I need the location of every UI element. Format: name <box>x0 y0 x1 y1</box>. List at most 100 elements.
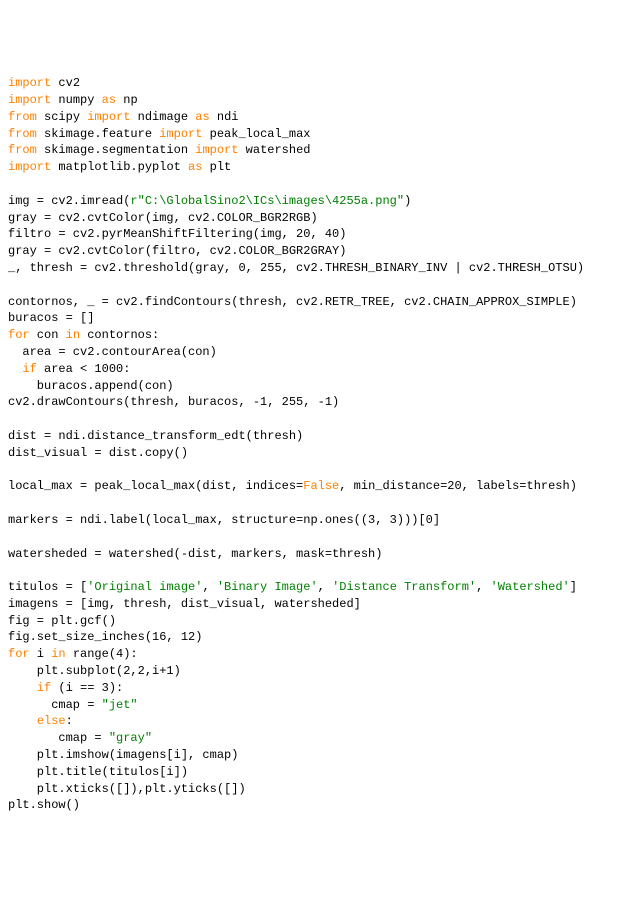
code-token: (i == 3): <box>51 681 123 695</box>
code-token: cmap = <box>8 731 109 745</box>
code-token: r"C:\GlobalSino2\ICs\images\4255a.png" <box>130 194 404 208</box>
code-line: import numpy as np <box>8 92 634 109</box>
code-token: ndi <box>210 110 239 124</box>
code-token: img = cv2.imread( <box>8 194 130 208</box>
code-token: cmap = <box>8 698 102 712</box>
code-token: skimage.feature <box>37 127 159 141</box>
code-line: cmap = "jet" <box>8 697 634 714</box>
code-line <box>8 411 634 428</box>
code-token: filtro = cv2.pyrMeanShiftFiltering(img, … <box>8 227 346 241</box>
code-token: "jet" <box>102 698 138 712</box>
code-token: in <box>51 647 65 661</box>
code-token: markers = ndi.label(local_max, structure… <box>8 513 440 527</box>
code-token: contornos: <box>80 328 159 342</box>
code-token: buracos.append(con) <box>8 379 174 393</box>
code-token: : <box>66 714 73 728</box>
code-line <box>8 495 634 512</box>
code-token: else <box>37 714 66 728</box>
code-line: cmap = "gray" <box>8 730 634 747</box>
code-token: matplotlib.pyplot <box>51 160 188 174</box>
code-token: contornos, _ = cv2.findContours(thresh, … <box>8 295 577 309</box>
code-line: filtro = cv2.pyrMeanShiftFiltering(img, … <box>8 226 634 243</box>
code-line: from skimage.segmentation import watersh… <box>8 142 634 159</box>
code-line: img = cv2.imread(r"C:\GlobalSino2\ICs\im… <box>8 193 634 210</box>
code-token: dist_visual = dist.copy() <box>8 446 188 460</box>
code-line: local_max = peak_local_max(dist, indices… <box>8 478 634 495</box>
code-token: area < 1000: <box>37 362 131 376</box>
code-line: gray = cv2.cvtColor(img, cv2.COLOR_BGR2R… <box>8 210 634 227</box>
code-token: , min_distance=20, labels=thresh) <box>339 479 577 493</box>
code-token: numpy <box>51 93 101 107</box>
code-token: local_max = peak_local_max(dist, indices… <box>8 479 303 493</box>
code-line: dist_visual = dist.copy() <box>8 445 634 462</box>
code-token: plt <box>202 160 231 174</box>
code-token: , <box>476 580 490 594</box>
code-token: ) <box>404 194 411 208</box>
code-token: con <box>30 328 66 342</box>
code-line: watersheded = watershed(-dist, markers, … <box>8 546 634 563</box>
code-line: gray = cv2.cvtColor(filtro, cv2.COLOR_BG… <box>8 243 634 260</box>
code-token: import <box>87 110 130 124</box>
code-line: cv2.drawContours(thresh, buracos, -1, 25… <box>8 394 634 411</box>
code-line: plt.imshow(imagens[i], cmap) <box>8 747 634 764</box>
code-token: ] <box>570 580 577 594</box>
code-line: buracos = [] <box>8 310 634 327</box>
code-line: if area < 1000: <box>8 361 634 378</box>
code-token <box>8 714 37 728</box>
code-line: area = cv2.contourArea(con) <box>8 344 634 361</box>
code-token: buracos = [] <box>8 311 94 325</box>
code-token: titulos = [ <box>8 580 87 594</box>
code-token: 'Watershed' <box>491 580 570 594</box>
code-token: if <box>22 362 36 376</box>
code-token: import <box>195 143 238 157</box>
code-token: as <box>195 110 209 124</box>
code-token: watersheded = watershed(-dist, markers, … <box>8 547 382 561</box>
code-token: import <box>159 127 202 141</box>
code-line: buracos.append(con) <box>8 378 634 395</box>
code-line <box>8 462 634 479</box>
code-line: from scipy import ndimage as ndi <box>8 109 634 126</box>
code-token: , <box>202 580 216 594</box>
code-token: as <box>102 93 116 107</box>
code-token: plt.show() <box>8 798 80 812</box>
code-line: imagens = [img, thresh, dist_visual, wat… <box>8 596 634 613</box>
code-line: dist = ndi.distance_transform_edt(thresh… <box>8 428 634 445</box>
code-token: fig = plt.gcf() <box>8 614 116 628</box>
code-line: titulos = ['Original image', 'Binary Ima… <box>8 579 634 596</box>
code-line: plt.title(titulos[i]) <box>8 764 634 781</box>
code-line: if (i == 3): <box>8 680 634 697</box>
code-token: if <box>37 681 51 695</box>
code-token: plt.xticks([]),plt.yticks([]) <box>8 782 246 796</box>
code-token: from <box>8 143 37 157</box>
code-token <box>8 681 37 695</box>
code-token: gray = cv2.cvtColor(filtro, cv2.COLOR_BG… <box>8 244 346 258</box>
code-line: plt.show() <box>8 797 634 814</box>
code-token: 'Original image' <box>87 580 202 594</box>
code-block: import cv2 import numpy as npfrom scipy i… <box>8 75 634 814</box>
code-line: fig.set_size_inches(16, 12) <box>8 629 634 646</box>
code-token: watershed <box>238 143 310 157</box>
code-token: i <box>30 647 52 661</box>
code-token: _, thresh = cv2.threshold(gray, 0, 255, … <box>8 261 584 275</box>
code-token: plt.imshow(imagens[i], cmap) <box>8 748 238 762</box>
code-line: import matplotlib.pyplot as plt <box>8 159 634 176</box>
code-token: range(4): <box>66 647 138 661</box>
code-token: fig.set_size_inches(16, 12) <box>8 630 202 644</box>
code-line <box>8 176 634 193</box>
code-token: 'Distance Transform' <box>332 580 476 594</box>
code-token: cv2.drawContours(thresh, buracos, -1, 25… <box>8 395 339 409</box>
code-line: plt.xticks([]),plt.yticks([]) <box>8 781 634 798</box>
code-line: plt.subplot(2,2,i+1) <box>8 663 634 680</box>
code-line: for con in contornos: <box>8 327 634 344</box>
code-token: cv2 <box>51 76 80 90</box>
code-token <box>8 362 22 376</box>
code-line: for i in range(4): <box>8 646 634 663</box>
code-token: for <box>8 328 30 342</box>
code-token: skimage.segmentation <box>37 143 195 157</box>
code-token: from <box>8 127 37 141</box>
code-token: plt.subplot(2,2,i+1) <box>8 664 181 678</box>
code-token: ndimage <box>130 110 195 124</box>
code-line <box>8 277 634 294</box>
code-line: contornos, _ = cv2.findContours(thresh, … <box>8 294 634 311</box>
code-token: 'Binary Image' <box>217 580 318 594</box>
